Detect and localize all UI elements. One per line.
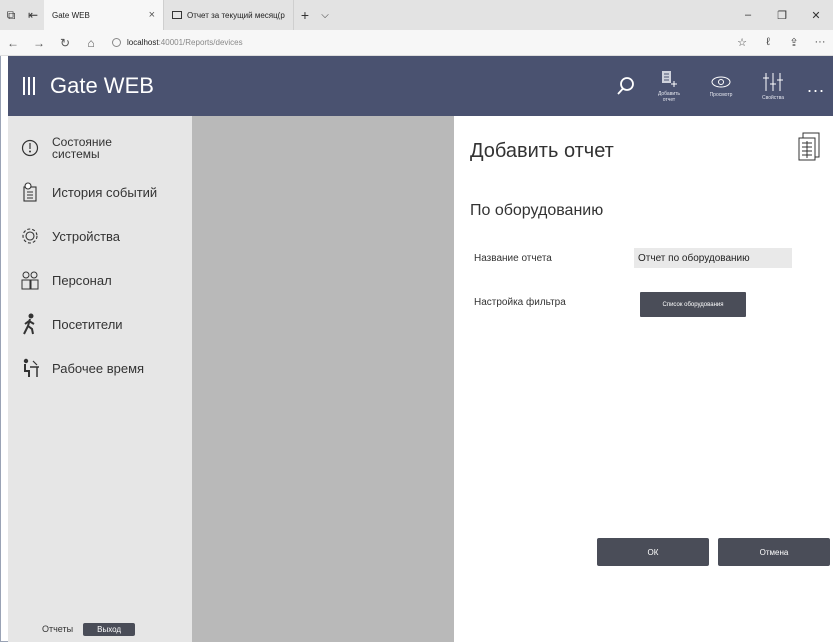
cancel-button[interactable]: Отмена xyxy=(718,538,830,566)
close-tab-icon[interactable]: × xyxy=(149,9,155,21)
visitor-icon xyxy=(20,313,40,335)
sidebar-item-label: Рабочее время xyxy=(52,360,145,376)
tab-back-icon[interactable]: ⇤ xyxy=(22,0,44,30)
address-bar: ← → ↻ ⌂ localhost:40001/Reports/devices … xyxy=(0,30,833,56)
eye-icon xyxy=(711,76,731,87)
close-window-button[interactable]: ✕ xyxy=(799,0,833,30)
app-header: Gate WEB Добавить отчет Просмотр Свойств… xyxy=(8,56,833,116)
sidebar-item-personnel[interactable]: Персонал xyxy=(8,258,192,302)
back-button[interactable]: ← xyxy=(0,36,26,50)
equipment-list-button[interactable]: Список оборудования xyxy=(640,292,746,317)
url-field[interactable]: localhost:40001/Reports/devices xyxy=(112,38,243,47)
filter-settings-label: Настройка фильтра xyxy=(474,297,566,308)
share-icon[interactable]: ⇪ xyxy=(781,36,807,49)
search-button[interactable] xyxy=(609,76,643,96)
more-icon[interactable]: ··· xyxy=(807,36,833,49)
tab-title: Отчет за текущий месяц(р xyxy=(187,10,285,20)
more-menu-button[interactable]: ... xyxy=(799,76,833,97)
content-overlay xyxy=(192,116,454,642)
refresh-button[interactable]: ↻ xyxy=(52,36,78,50)
preview-button[interactable]: Просмотр xyxy=(695,75,747,98)
properties-button[interactable]: Свойства xyxy=(747,72,799,101)
reading-icon[interactable]: ℓ xyxy=(755,36,781,49)
home-button[interactable]: ⌂ xyxy=(78,36,104,50)
sliders-icon xyxy=(763,72,783,91)
history-icon xyxy=(20,182,40,202)
tab-actions-icon[interactable]: ⧉ xyxy=(0,0,22,30)
logout-button[interactable]: Выход xyxy=(83,622,136,636)
sidebar-item-label: Посетители xyxy=(52,316,123,332)
sidebar-footer: Отчеты Выход xyxy=(8,616,192,642)
minimize-button[interactable]: – xyxy=(731,0,765,30)
tab-strip: ⧉ ⇤ Gate WEB × Отчет за текущий месяц(р … xyxy=(0,0,833,30)
preview-label: Просмотр xyxy=(709,91,733,98)
worktime-icon xyxy=(20,358,40,378)
page-icon xyxy=(172,11,182,19)
panel-title: Добавить отчет xyxy=(470,140,614,162)
tab-list-chevron-icon[interactable]: ⌵ xyxy=(316,0,334,30)
gauge-icon xyxy=(20,138,40,158)
sidebar-item-event-history[interactable]: История событий xyxy=(8,170,192,214)
add-report-panel: Добавить отчет По оборудованию Название … xyxy=(454,116,833,642)
section-title: По оборудованию xyxy=(470,202,604,219)
report-icon xyxy=(798,132,820,161)
report-name-input[interactable] xyxy=(634,248,792,268)
search-icon xyxy=(617,77,634,95)
sidebar-item-devices[interactable]: Устройства xyxy=(8,214,192,258)
personnel-icon xyxy=(20,270,40,290)
favorites-icon[interactable]: ☆ xyxy=(729,36,755,49)
browser-tab[interactable]: Отчет за текущий месяц(р xyxy=(164,0,294,30)
browser-toolbar: ☆ ℓ ⇪ ··· xyxy=(729,36,833,49)
reports-link[interactable]: Отчеты xyxy=(42,624,73,634)
sidebar-item-label-line2: системы xyxy=(52,147,100,161)
properties-label: Свойства xyxy=(762,94,784,101)
add-report-button[interactable]: Добавить отчет xyxy=(643,70,695,103)
sidebar-item-label: Устройства xyxy=(52,228,121,244)
window-controls: – ❐ ✕ xyxy=(731,0,833,30)
report-name-label: Название отчета xyxy=(474,253,552,264)
browser-tab-active[interactable]: Gate WEB × xyxy=(44,0,164,30)
new-tab-button[interactable]: + xyxy=(294,0,316,30)
info-icon[interactable] xyxy=(112,38,121,47)
sidebar-item-visitors[interactable]: Посетители xyxy=(8,302,192,346)
sidebar: Состояние системы История событий Устройс… xyxy=(8,116,192,642)
url-path: :40001/Reports/devices xyxy=(158,38,243,47)
forward-button[interactable]: → xyxy=(26,36,52,50)
url-host: localhost xyxy=(127,38,159,47)
add-report-label-2: отчет xyxy=(662,96,676,103)
app-toolbar: Добавить отчет Просмотр Свойства ... xyxy=(609,56,833,116)
sidebar-item-work-time[interactable]: Рабочее время xyxy=(8,346,192,390)
app-title: Gate WEB xyxy=(50,73,154,98)
sidebar-item-label: История событий xyxy=(52,184,158,200)
maximize-button[interactable]: ❐ xyxy=(765,0,799,30)
tab-title: Gate WEB xyxy=(52,10,90,20)
gear-icon xyxy=(20,226,40,246)
sidebar-item-system-status[interactable]: Состояние системы xyxy=(8,126,192,170)
sidebar-item-label: Персонал xyxy=(52,272,112,288)
add-report-icon xyxy=(662,70,677,87)
ok-button[interactable]: ОК xyxy=(597,538,709,566)
hamburger-menu-icon[interactable] xyxy=(8,77,50,95)
